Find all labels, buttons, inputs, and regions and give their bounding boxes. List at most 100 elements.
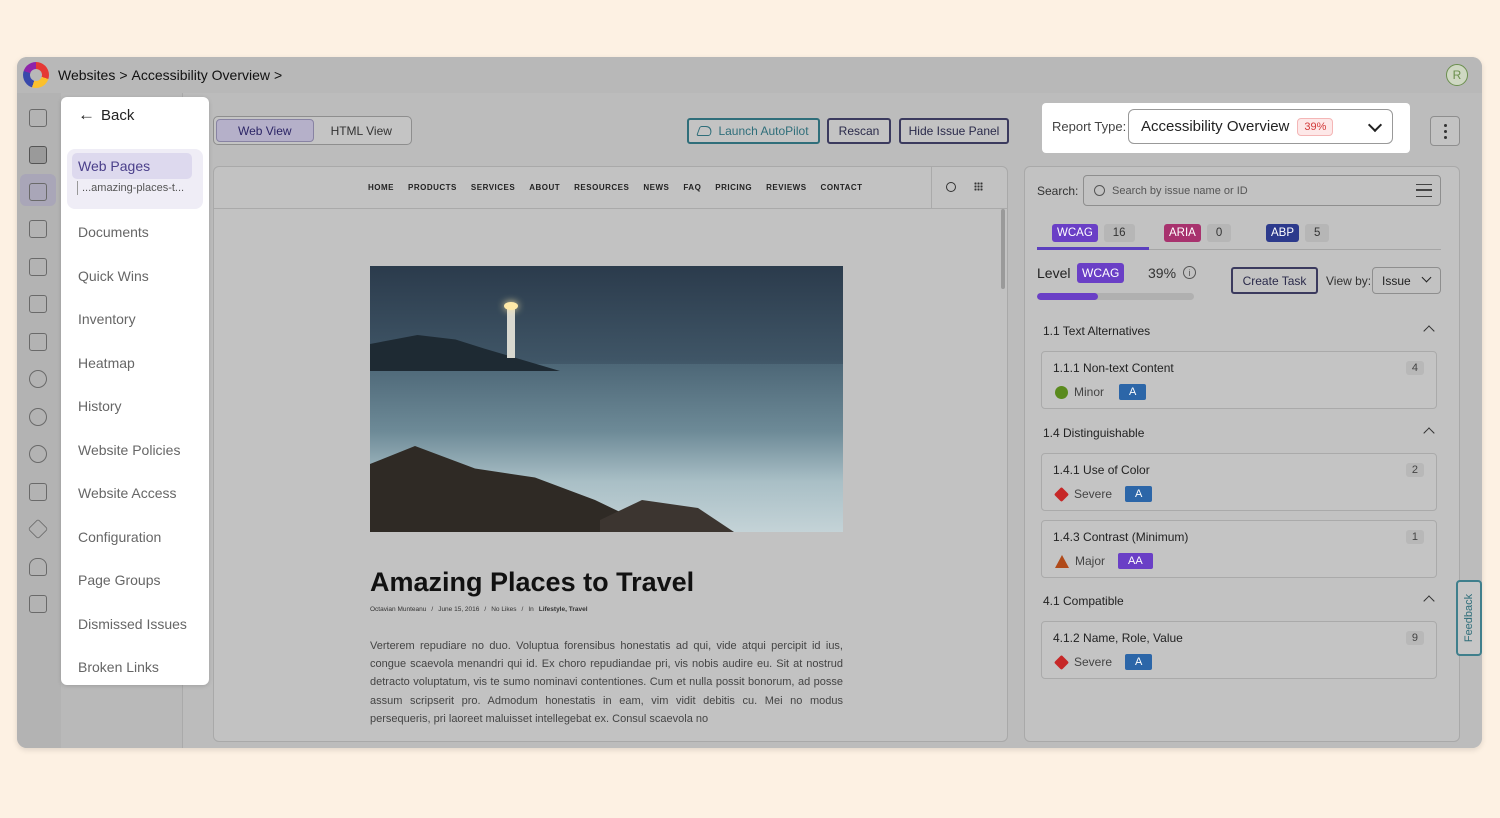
view-by-select[interactable]: Issue — [1372, 267, 1441, 294]
web-view-tab[interactable]: Web View — [216, 119, 314, 142]
site-menu-home[interactable]: HOME — [368, 183, 394, 192]
top-bar: Websites > Accessibility Overview > R — [17, 57, 1482, 93]
article-in: In — [528, 606, 534, 613]
level-badge: AA — [1118, 553, 1153, 569]
app-logo-icon[interactable] — [23, 62, 49, 88]
nav-item-website-policies[interactable]: Website Policies — [78, 442, 180, 458]
level-badge: A — [1125, 654, 1153, 670]
search-scan-icon[interactable] — [29, 370, 47, 388]
issue-card[interactable]: 1.4.1 Use of Color 2 Severe A — [1041, 453, 1437, 511]
preview-scrollbar[interactable] — [1001, 209, 1005, 289]
site-navigation: HOME PRODUCTS SERVICES ABOUT RESOURCES N… — [214, 167, 1007, 209]
list-icon[interactable] — [29, 258, 47, 276]
nav-item-history[interactable]: History — [78, 398, 122, 414]
nav-item-heatmap[interactable]: Heatmap — [78, 355, 135, 371]
tab-aria-count: 0 — [1206, 224, 1232, 242]
nav-item-quick-wins[interactable]: Quick Wins — [78, 268, 149, 284]
create-task-button[interactable]: Create Task — [1231, 267, 1318, 294]
tab-wcag[interactable]: WCAG 16 — [1052, 223, 1135, 243]
article-categories[interactable]: Lifestyle, Travel — [539, 606, 588, 613]
launch-autopilot-button[interactable]: Launch AutoPilot — [687, 118, 820, 144]
current-page-link[interactable]: ...amazing-places-t... — [77, 181, 184, 195]
nav-item-broken-links[interactable]: Broken Links — [78, 659, 159, 675]
gear-icon[interactable] — [29, 445, 47, 463]
minor-severity-icon — [1055, 385, 1068, 399]
tab-active-indicator — [1037, 247, 1149, 250]
nav-item-configuration[interactable]: Configuration — [78, 529, 161, 545]
dashboard-icon[interactable] — [29, 109, 47, 127]
site-menu-products[interactable]: PRODUCTS — [408, 183, 457, 192]
site-menu-contact[interactable]: CONTACT — [821, 183, 863, 192]
pages-icon[interactable] — [29, 146, 47, 164]
issue-card[interactable]: 4.1.2 Name, Role, Value 9 Severe A — [1041, 621, 1437, 679]
compare-icon[interactable] — [29, 333, 47, 351]
back-button[interactable]: ← Back — [78, 105, 134, 125]
avatar[interactable]: R — [1446, 64, 1468, 86]
issue-card[interactable]: 1.4.3 Contrast (Minimum) 1 Major AA — [1041, 520, 1437, 578]
tab-aria-tag: ARIA — [1164, 224, 1201, 242]
breadcrumb-separator: > — [119, 67, 128, 83]
info-icon[interactable]: i — [1183, 266, 1196, 279]
grid-menu-icon[interactable] — [974, 182, 983, 191]
site-menu-news[interactable]: NEWS — [643, 183, 669, 192]
breadcrumb-websites[interactable]: Websites — [58, 67, 115, 83]
site-menu-services[interactable]: SERVICES — [471, 183, 515, 192]
article-author[interactable]: Octavian Munteanu — [370, 606, 426, 613]
tab-abp-tag: ABP — [1266, 224, 1300, 242]
tab-abp[interactable]: ABP 5 — [1266, 223, 1330, 243]
site-menu-resources[interactable]: RESOURCES — [574, 183, 629, 192]
nav-item-inventory[interactable]: Inventory — [78, 311, 136, 327]
tab-aria[interactable]: ARIA 0 — [1164, 223, 1232, 243]
issue-count: 2 — [1405, 463, 1424, 477]
rescan-button[interactable]: Rescan — [827, 118, 891, 144]
tab-abp-count: 5 — [1305, 224, 1330, 242]
hide-issue-panel-button[interactable]: Hide Issue Panel — [899, 118, 1009, 144]
chevron-up-icon[interactable] — [1423, 595, 1435, 607]
hero-land — [370, 335, 560, 371]
report-type-label: Report Type: — [1052, 119, 1127, 134]
article-likes[interactable]: No Likes — [491, 606, 516, 613]
site-menu-pricing[interactable]: PRICING — [715, 183, 752, 192]
report-icon[interactable] — [29, 183, 47, 201]
bell-icon[interactable] — [29, 558, 47, 576]
megaphone-icon[interactable] — [29, 595, 47, 613]
site-menu-about[interactable]: ABOUT — [529, 183, 560, 192]
issue-card[interactable]: 1.1.1 Non-text Content 4 Minor A — [1041, 351, 1437, 409]
back-label: Back — [101, 106, 135, 124]
html-view-tab[interactable]: HTML View — [314, 119, 410, 142]
issue-panel: Search: Search by issue name or ID WCAG … — [1024, 166, 1460, 742]
group-distinguishable[interactable]: 1.4 Distinguishable — [1043, 426, 1144, 440]
star-icon[interactable] — [29, 408, 47, 426]
group-text-alternatives[interactable]: 1.1 Text Alternatives — [1043, 324, 1150, 338]
layers-icon[interactable] — [27, 518, 49, 540]
feedback-tab[interactable]: Feedback — [1456, 580, 1482, 656]
report-type-panel: Report Type: Accessibility Overview 39% — [1042, 103, 1410, 153]
nav-item-page-groups[interactable]: Page Groups — [78, 572, 161, 588]
web-pages-item[interactable]: Web Pages ...amazing-places-t... — [67, 149, 203, 209]
site-menu-faq[interactable]: FAQ — [683, 183, 701, 192]
filter-icon[interactable] — [1416, 184, 1432, 197]
issue-search-input[interactable]: Search by issue name or ID — [1083, 175, 1441, 206]
severe-severity-icon — [1053, 486, 1070, 502]
chevron-down-icon — [1421, 272, 1432, 283]
site-menu-reviews[interactable]: REVIEWS — [766, 183, 806, 192]
issue-title: 1.4.1 Use of Color — [1053, 463, 1150, 477]
launch-autopilot-label: Launch AutoPilot — [718, 124, 809, 138]
file-user-icon[interactable] — [29, 295, 47, 313]
nav-item-dismissed-issues[interactable]: Dismissed Issues — [78, 616, 187, 632]
view-by-label: View by: — [1326, 274, 1372, 288]
report-type-select[interactable]: Accessibility Overview 39% — [1128, 109, 1393, 144]
folder-settings-icon[interactable] — [29, 483, 47, 501]
web-preview[interactable]: HOME PRODUCTS SERVICES ABOUT RESOURCES N… — [213, 166, 1008, 742]
document-settings-icon[interactable] — [29, 220, 47, 238]
site-search-icon[interactable] — [946, 182, 956, 192]
severity-label: Major — [1075, 554, 1106, 568]
chevron-up-icon[interactable] — [1423, 325, 1435, 337]
breadcrumb-accessibility-overview[interactable]: Accessibility Overview — [132, 67, 270, 83]
nav-item-documents[interactable]: Documents — [78, 224, 149, 240]
group-compatible[interactable]: 4.1 Compatible — [1043, 594, 1124, 608]
severity: Major — [1055, 554, 1105, 568]
nav-item-website-access[interactable]: Website Access — [78, 485, 177, 501]
chevron-up-icon[interactable] — [1423, 427, 1435, 439]
more-options-button[interactable] — [1430, 116, 1460, 146]
